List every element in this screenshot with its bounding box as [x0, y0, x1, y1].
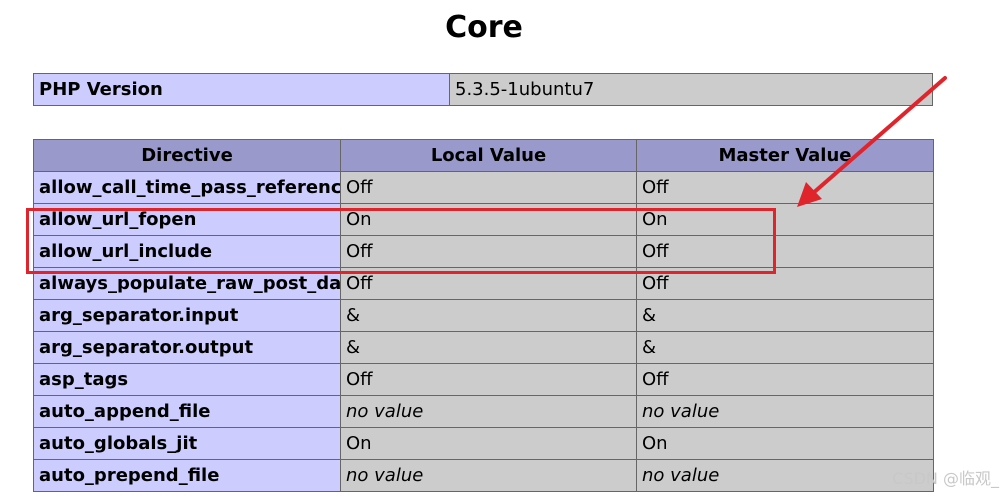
local-value: &: [340, 299, 637, 332]
table-row: allow_call_time_pass_reference Off Off: [33, 171, 934, 204]
table-row: auto_globals_jit On On: [33, 427, 934, 460]
directive-name: asp_tags: [33, 363, 341, 396]
column-header-directive: Directive: [33, 139, 341, 172]
column-header-local-value: Local Value: [340, 139, 637, 172]
directive-name: arg_separator.output: [33, 331, 341, 364]
table-row: PHP Version 5.3.5-1ubuntu7: [33, 73, 933, 106]
directive-name: allow_call_time_pass_reference: [33, 171, 341, 204]
local-value: Off: [340, 267, 637, 300]
no-value-text: no value: [346, 465, 424, 486]
master-value: Off: [636, 235, 934, 268]
table-row: allow_url_fopen On On: [33, 203, 934, 236]
table-row: auto_prepend_file no value no value: [33, 459, 934, 492]
directive-name: arg_separator.input: [33, 299, 341, 332]
version-label: PHP Version: [33, 73, 450, 106]
local-value: Off: [340, 171, 637, 204]
master-value: Off: [636, 267, 934, 300]
directive-name: auto_globals_jit: [33, 427, 341, 460]
table-row: allow_url_include Off Off: [33, 235, 934, 268]
table-row: asp_tags Off Off: [33, 363, 934, 396]
column-header-master-value: Master Value: [636, 139, 934, 172]
directive-name: allow_url_fopen: [33, 203, 341, 236]
master-value: On: [636, 203, 934, 236]
master-value: no value: [636, 459, 934, 492]
local-value: Off: [340, 235, 637, 268]
directive-name: allow_url_include: [33, 235, 341, 268]
table-header-row: Directive Local Value Master Value: [33, 139, 934, 172]
master-value: On: [636, 427, 934, 460]
watermark: CSDN @临观_: [892, 469, 999, 488]
directive-table-body: allow_call_time_pass_reference Off Off allo…: [33, 171, 934, 492]
no-value-text: no value: [642, 465, 720, 486]
table-row: arg_separator.input & &: [33, 299, 934, 332]
directive-table: Directive Local Value Master Value allow…: [33, 139, 934, 492]
local-value: On: [340, 203, 637, 236]
no-value-text: no value: [346, 401, 424, 422]
directive-name: always_populate_raw_post_data: [33, 267, 341, 300]
table-row: auto_append_file no value no value: [33, 395, 934, 428]
directive-name: auto_append_file: [33, 395, 341, 428]
master-value: &: [636, 299, 934, 332]
local-value: On: [340, 427, 637, 460]
local-value: no value: [340, 459, 637, 492]
master-value: Off: [636, 171, 934, 204]
local-value: &: [340, 331, 637, 364]
table-row: always_populate_raw_post_data Off Off: [33, 267, 934, 300]
directive-name: auto_prepend_file: [33, 459, 341, 492]
master-value: &: [636, 331, 934, 364]
master-value: Off: [636, 363, 934, 396]
php-version-table: PHP Version 5.3.5-1ubuntu7: [33, 73, 933, 106]
version-value: 5.3.5-1ubuntu7: [449, 73, 933, 106]
page-title: Core: [445, 10, 523, 45]
table-row: arg_separator.output & &: [33, 331, 934, 364]
no-value-text: no value: [642, 401, 720, 422]
master-value: no value: [636, 395, 934, 428]
local-value: Off: [340, 363, 637, 396]
local-value: no value: [340, 395, 637, 428]
